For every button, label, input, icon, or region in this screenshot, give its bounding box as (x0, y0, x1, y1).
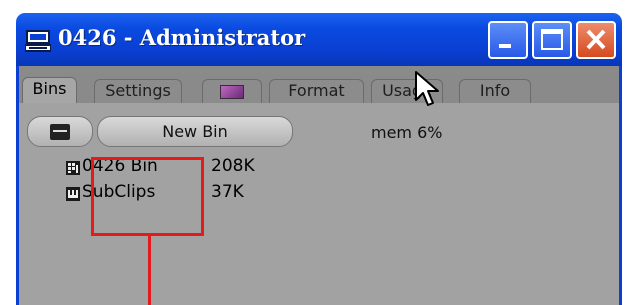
annotation-pointer-line (148, 235, 151, 305)
subclips-icon (66, 186, 80, 201)
annotation-highlight-box (91, 157, 204, 236)
bin-size: 208K (211, 156, 255, 176)
window-title: 0426 - Administrator (58, 25, 306, 50)
tab-bins[interactable]: Bins (22, 77, 77, 104)
tab-format[interactable]: Format (269, 79, 364, 103)
tab-info[interactable]: Info (459, 79, 531, 103)
bin-icon (66, 160, 80, 175)
color-swatch-icon (220, 85, 244, 99)
tab-settings[interactable]: Settings (94, 79, 182, 103)
close-icon (586, 29, 606, 50)
bin-menu-button[interactable] (27, 116, 93, 147)
new-bin-button[interactable]: New Bin (97, 116, 293, 147)
tab-color[interactable] (202, 79, 262, 103)
tab-info-label: Info (479, 81, 511, 100)
tab-strip: Bins Settings Format Usage Info (19, 66, 619, 104)
close-button[interactable] (576, 21, 616, 59)
title-bar[interactable]: 0426 - Administrator (16, 13, 622, 66)
tab-format-label: Format (288, 81, 345, 100)
new-bin-label: New Bin (162, 122, 228, 141)
minimize-icon (499, 44, 511, 48)
maximize-button[interactable] (532, 21, 572, 59)
minimize-button[interactable] (488, 21, 528, 59)
tab-bins-label: Bins (32, 79, 67, 98)
monitor-icon (24, 29, 52, 53)
mouse-cursor-icon (415, 71, 439, 106)
menu-icon (50, 124, 70, 140)
memory-usage: mem 6% (371, 123, 443, 142)
bin-size: 37K (211, 182, 244, 202)
tab-settings-label: Settings (105, 81, 171, 100)
maximize-icon (541, 29, 563, 50)
